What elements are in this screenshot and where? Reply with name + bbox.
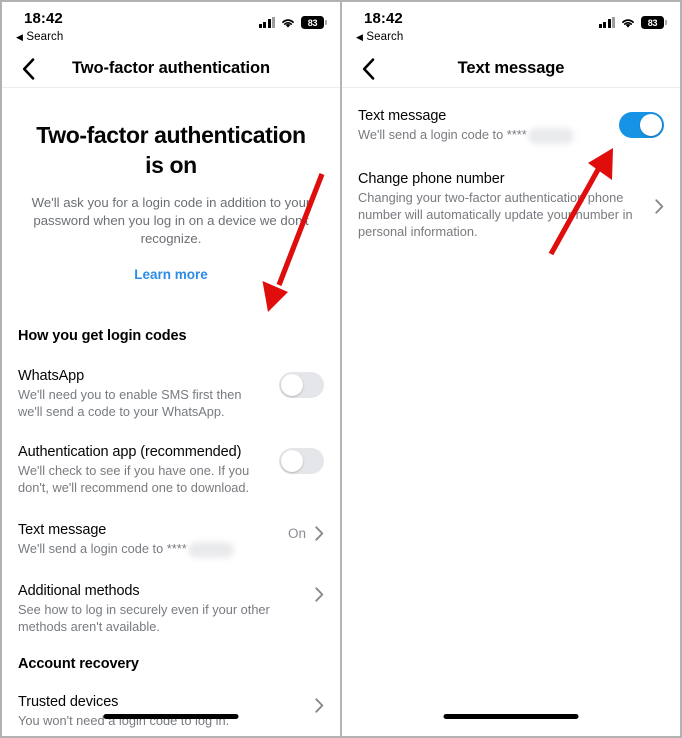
row-description: We'll check to see if you have one. If y…	[18, 463, 250, 495]
status-bar-indicators: 83	[258, 16, 327, 29]
status-bar-indicators: 83	[598, 16, 667, 29]
redacted-phone-number	[187, 541, 234, 558]
wifi-icon	[282, 18, 294, 28]
status-bar-time: 18:42	[24, 10, 63, 27]
row-description-text: We'll send a login code to ****	[18, 541, 187, 556]
status-bar-back-to-search[interactable]: ◀ Search	[356, 31, 403, 43]
dual-screenshot-container: 18:42 ◀ Search 83 Two-factor authenticat…	[0, 0, 682, 738]
left-phone-screen: 18:42 ◀ Search 83 Two-factor authenticat…	[1, 1, 341, 737]
wifi-icon	[622, 18, 634, 28]
row-additional-methods[interactable]: Additional methods See how to log in sec…	[18, 583, 324, 635]
status-bar-back-label: Search	[26, 31, 64, 43]
learn-more-link[interactable]: Learn more	[18, 267, 324, 282]
row-text-message[interactable]: Text message We'll send a login code to …	[358, 108, 664, 144]
row-description: We'll need you to enable SMS first then …	[18, 387, 242, 419]
chevron-right-icon	[315, 697, 324, 713]
row-title: Authentication app (recommended)	[18, 444, 242, 460]
row-title: Change phone number	[358, 170, 505, 187]
chevron-right-icon	[655, 198, 664, 214]
text-message-toggle[interactable]	[619, 112, 664, 138]
row-title: Text message	[358, 108, 447, 124]
authentication-app-toggle[interactable]	[279, 448, 324, 474]
row-value-on: On	[287, 526, 306, 541]
row-description: We'll send a login code to ****	[358, 126, 609, 144]
row-title: Additional methods	[18, 582, 140, 599]
status-bar-time: 18:42	[364, 10, 403, 27]
row-change-phone-number[interactable]: Change phone number Changing your two-fa…	[358, 171, 664, 240]
row-text-message[interactable]: Text message We'll send a login code to …	[18, 522, 324, 558]
nav-bar-left: Two-factor authentication	[2, 50, 340, 88]
row-authentication-app[interactable]: Authentication app (recommended) We'll c…	[18, 444, 324, 496]
nav-bar-right: Text message	[342, 50, 680, 88]
status-bar-back-to-search[interactable]: ◀ Search	[16, 31, 63, 43]
battery-percent-label: 83	[301, 16, 324, 29]
row-trusted-devices[interactable]: Trusted devices You won't need a login c…	[18, 694, 324, 729]
hero-title: Two-factor authentication is on	[36, 122, 306, 178]
row-whatsapp[interactable]: WhatsApp We'll need you to enable SMS fi…	[18, 368, 324, 420]
row-title: Trusted devices	[18, 693, 119, 710]
right-content: Text message We'll send a login code to …	[342, 108, 680, 736]
cellular-signal-icon	[258, 17, 275, 28]
redacted-phone-number	[527, 127, 574, 144]
whatsapp-toggle[interactable]	[279, 372, 324, 398]
row-description-text: We'll send a login code to ****	[358, 127, 527, 142]
home-indicator	[103, 714, 239, 719]
row-title: WhatsApp	[18, 368, 85, 384]
battery-icon: 83	[301, 16, 327, 29]
battery-percent-label: 83	[641, 16, 664, 29]
row-description: Changing your two-factor authentication …	[358, 189, 633, 239]
chevron-right-icon	[315, 526, 324, 541]
cellular-signal-icon	[598, 17, 615, 28]
row-description: We'll send a login code to ****	[18, 540, 278, 558]
status-bar-left: 18:42 ◀ Search 83	[2, 2, 340, 50]
section-heading-account-recovery: Account recovery	[18, 655, 139, 672]
status-bar-back-label: Search	[366, 31, 404, 43]
right-phone-screen: 18:42 ◀ Search 83 Text message Text mess…	[341, 1, 681, 737]
section-heading-login-codes: How you get login codes	[18, 328, 187, 344]
left-content: Two-factor authentication is on We'll as…	[2, 120, 340, 736]
page-title: Text message	[457, 59, 565, 77]
chevron-right-icon	[315, 586, 324, 602]
home-indicator	[443, 714, 579, 719]
page-title: Two-factor authentication	[72, 59, 270, 77]
row-description: See how to log in securely even if your …	[18, 601, 270, 634]
hero-description: We'll ask you for a login code in additi…	[31, 195, 311, 246]
status-bar-right: 18:42 ◀ Search 83	[342, 2, 680, 50]
battery-icon: 83	[641, 16, 667, 29]
row-title: Text message	[18, 522, 107, 538]
